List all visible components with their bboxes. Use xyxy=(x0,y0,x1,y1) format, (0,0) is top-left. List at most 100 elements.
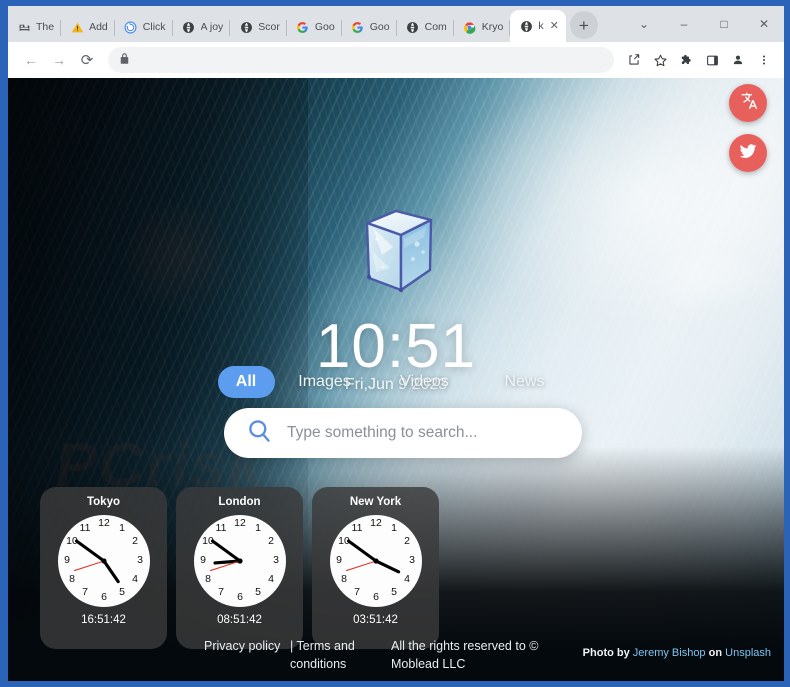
browser-tab-2[interactable]: Add xyxy=(61,12,115,42)
world-clock-new-york[interactable]: New York 12 1 2 345 678 9 10 11 03:51:42 xyxy=(312,487,439,649)
browser-tab-active[interactable]: k ✕ xyxy=(510,10,566,42)
svg-text:12: 12 xyxy=(370,517,382,529)
tab-label: k xyxy=(538,20,544,32)
twitter-button[interactable] xyxy=(729,134,767,172)
world-clock-widgets: Tokyo 12 1 2 345 678 9 10 11 16:51:42 Lo… xyxy=(40,487,439,649)
privacy-policy-link[interactable]: Privacy policy xyxy=(204,637,290,655)
chrome-icon xyxy=(463,20,477,34)
tab-images[interactable]: Images xyxy=(275,366,375,398)
chrome-menu-icon[interactable] xyxy=(752,48,776,72)
copyright-text: All the rights reserved to © Moblead LLC xyxy=(391,639,539,672)
clock-city-label: New York xyxy=(349,496,402,508)
svg-text:1: 1 xyxy=(255,522,261,534)
svg-text:2: 2 xyxy=(132,535,138,547)
share-icon[interactable] xyxy=(622,48,646,72)
svg-text:7: 7 xyxy=(82,586,88,598)
tab-label: Click xyxy=(142,21,166,33)
globe-icon xyxy=(239,20,253,34)
translate-button[interactable] xyxy=(729,84,767,122)
forward-icon[interactable]: → xyxy=(46,47,72,73)
tab-news[interactable]: News xyxy=(475,366,575,398)
svg-text:4: 4 xyxy=(404,573,410,585)
google-icon xyxy=(296,20,310,34)
globe-icon xyxy=(519,19,533,33)
svg-text:5: 5 xyxy=(255,586,261,598)
unsplash-link[interactable]: Unsplash xyxy=(725,647,771,659)
tab-label: The xyxy=(36,21,55,33)
search-box[interactable] xyxy=(224,408,582,458)
close-window-icon[interactable]: ✕ xyxy=(744,8,784,40)
browser-tab-6[interactable]: Goo xyxy=(287,12,342,42)
floating-buttons xyxy=(729,84,767,172)
tab-videos[interactable]: Videos xyxy=(375,366,475,398)
photo-credit-on: on xyxy=(708,647,723,659)
bookmark-star-icon[interactable] xyxy=(648,48,672,72)
svg-text:3: 3 xyxy=(273,554,279,566)
svg-text:9: 9 xyxy=(336,554,342,566)
browser-tab-9[interactable]: Kryo xyxy=(454,12,511,42)
svg-text:2: 2 xyxy=(268,535,274,547)
bed-icon xyxy=(17,20,31,34)
search-input[interactable] xyxy=(287,416,560,450)
svg-text:7: 7 xyxy=(354,586,360,598)
window-controls: ⌄ – □ ✕ xyxy=(624,6,784,42)
svg-text:6: 6 xyxy=(373,591,379,603)
svg-text:11: 11 xyxy=(351,522,362,534)
tab-search-icon[interactable]: ⌄ xyxy=(624,8,664,40)
search-category-tabs: All Images Videos News xyxy=(8,366,784,398)
terms-conditions-link[interactable]: | Terms and conditions xyxy=(290,637,390,673)
tabs-container: The Add Click A joy Scor Goo Goo Com Kry… xyxy=(8,6,624,42)
svg-text:8: 8 xyxy=(205,573,211,585)
world-clock-london[interactable]: London 12 1 2 345 678 9 10 11 08:51:42 xyxy=(176,487,303,649)
minimize-icon[interactable]: – xyxy=(664,8,704,40)
globe-icon xyxy=(182,20,196,34)
photo-author-link[interactable]: Jeremy Bishop xyxy=(633,647,706,659)
warning-icon xyxy=(70,20,84,34)
search-icon xyxy=(246,417,273,449)
browser-tab-7[interactable]: Goo xyxy=(342,12,397,42)
google-icon xyxy=(351,20,365,34)
svg-text:11: 11 xyxy=(79,522,90,534)
analog-clock-face: 12 12 345 678 91011 xyxy=(329,515,422,607)
analog-clock-face: 12 12 345 678 91011 xyxy=(193,515,286,607)
svg-text:11: 11 xyxy=(215,522,226,534)
tab-label: Com xyxy=(424,21,447,33)
page-footer: Privacy policy | Terms and conditions Al… xyxy=(8,633,784,681)
translate-icon xyxy=(738,90,759,116)
clock-city-label: Tokyo xyxy=(86,496,120,508)
tab-strip: The Add Click A joy Scor Goo Goo Com Kry… xyxy=(8,6,784,42)
profile-avatar-icon[interactable] xyxy=(726,48,750,72)
browser-tab-4[interactable]: A joy xyxy=(173,12,231,42)
address-bar[interactable] xyxy=(108,47,614,73)
lock-icon xyxy=(120,53,129,67)
svg-text:4: 4 xyxy=(132,573,138,585)
new-tab-button[interactable]: + xyxy=(569,11,598,39)
svg-text:2: 2 xyxy=(404,535,410,547)
extensions-puzzle-icon[interactable] xyxy=(674,48,698,72)
svg-text:12: 12 xyxy=(98,517,110,529)
side-panel-icon[interactable] xyxy=(700,48,724,72)
page-viewport: PCrisk xyxy=(8,78,784,681)
browser-tab-3[interactable]: Click xyxy=(115,12,173,42)
tab-label: A joy xyxy=(200,21,224,33)
tab-all[interactable]: All xyxy=(217,366,275,398)
chrome-blue-icon xyxy=(124,20,138,34)
photo-credit-prefix: Photo by xyxy=(582,647,630,659)
close-icon[interactable]: ✕ xyxy=(550,20,559,32)
browser-tab-1[interactable]: The xyxy=(8,12,62,42)
browser-tab-8[interactable]: Com xyxy=(397,12,454,42)
back-icon[interactable]: ← xyxy=(18,47,44,73)
svg-text:6: 6 xyxy=(237,591,243,603)
svg-text:1: 1 xyxy=(119,522,125,534)
svg-text:5: 5 xyxy=(119,586,125,598)
maximize-icon[interactable]: □ xyxy=(704,8,744,40)
reload-icon[interactable]: ⟳ xyxy=(74,47,100,73)
clock-time-label: 08:51:42 xyxy=(217,614,262,626)
clock-time-label: 16:51:42 xyxy=(81,614,126,626)
svg-text:7: 7 xyxy=(218,586,224,598)
browser-tab-5[interactable]: Scor xyxy=(230,12,287,42)
svg-text:3: 3 xyxy=(409,554,415,566)
world-clock-tokyo[interactable]: Tokyo 12 1 2 345 678 9 10 11 16:51:42 xyxy=(40,487,167,649)
globe-icon xyxy=(406,20,420,34)
tab-label: Goo xyxy=(369,21,390,33)
